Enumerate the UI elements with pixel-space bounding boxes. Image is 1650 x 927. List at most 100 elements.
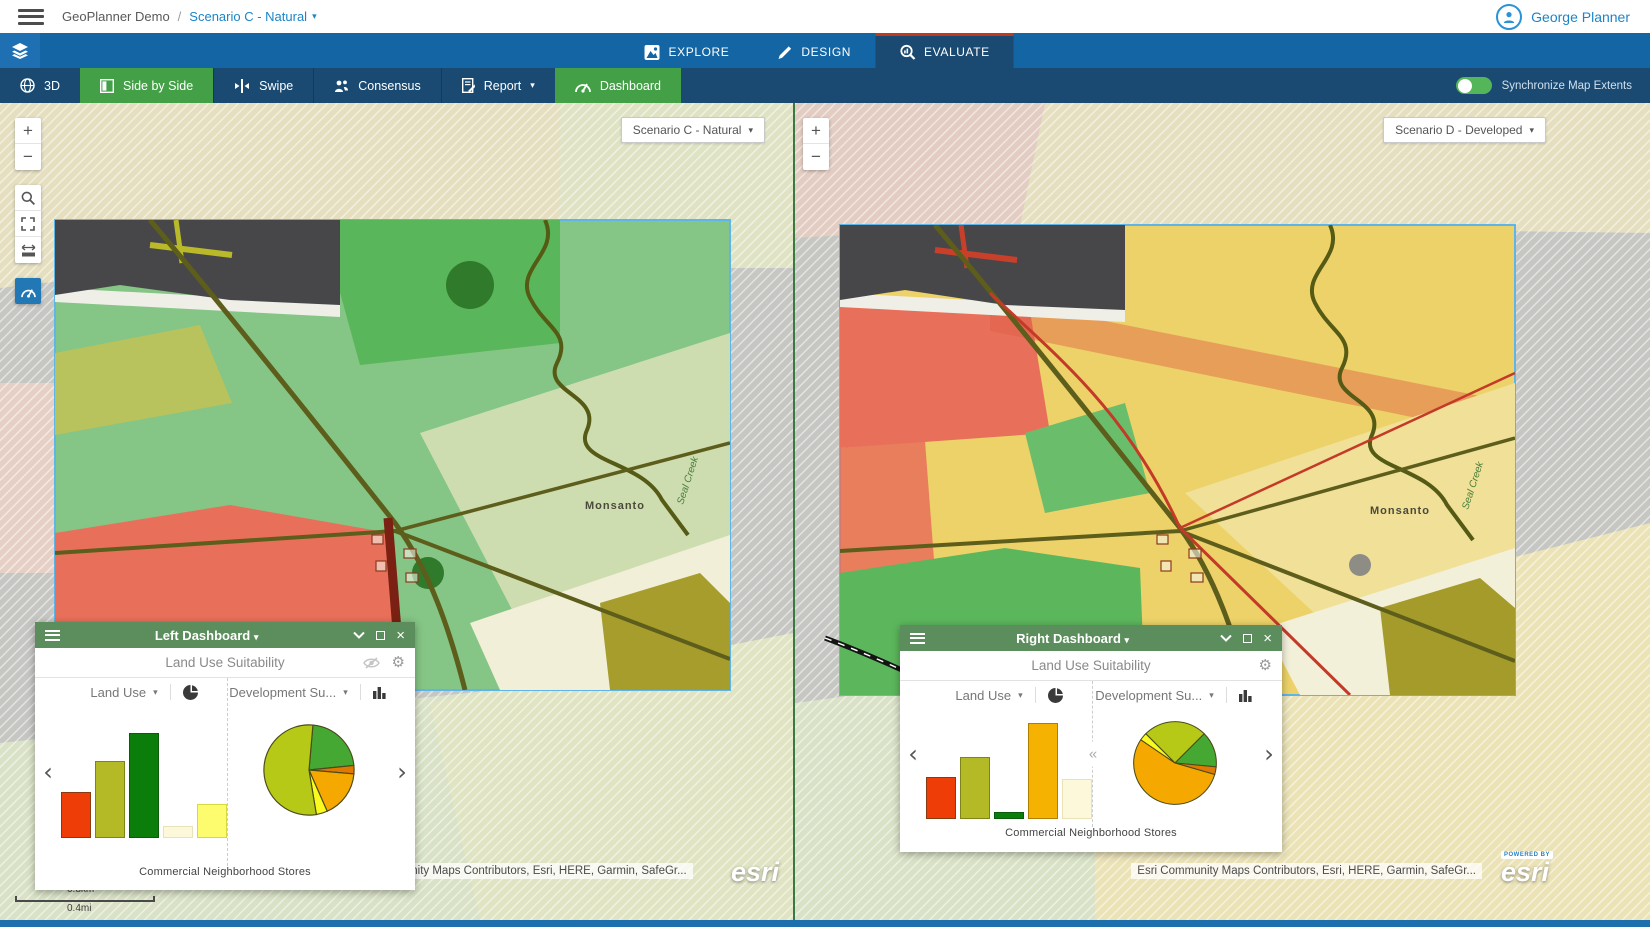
layers-button[interactable] <box>0 33 40 68</box>
minimize-icon[interactable] <box>1220 634 1232 642</box>
map-attribution-right: Esri Community Maps Contributors, Esri, … <box>1131 863 1482 879</box>
chevron-down-icon: ▾ <box>1209 691 1214 700</box>
pencil-icon <box>777 45 792 60</box>
scenario-breadcrumb[interactable]: Scenario C - Natural ▾ <box>189 9 316 24</box>
chevron-down-icon: ▾ <box>530 81 535 90</box>
chevron-down-icon: ▾ <box>254 632 259 642</box>
report-button[interactable]: Report ▾ <box>441 68 555 103</box>
minimize-icon[interactable] <box>353 631 365 639</box>
sync-extents-label: Synchronize Map Extents <box>1502 80 1632 92</box>
carousel-prev-button[interactable]: ‹ <box>900 681 926 827</box>
map-controls-left: + − <box>15 118 41 319</box>
left-dashboard-section: Land Use Suitability ⚙ <box>35 648 415 678</box>
land-use-selector-label: Land Use <box>90 685 146 700</box>
top-bar: GeoPlanner Demo / Scenario C - Natural ▾… <box>0 0 1650 33</box>
development-suitability-selector-label: Development Su... <box>229 685 336 700</box>
chart-caption: Commercial Neighborhood Stores <box>900 827 1282 851</box>
gear-icon[interactable]: ⚙ <box>392 655 405 670</box>
maximize-icon[interactable] <box>376 631 385 640</box>
full-extent-button[interactable] <box>15 211 41 237</box>
widget-divider <box>227 678 228 866</box>
land-use-bar-chart[interactable] <box>61 716 227 838</box>
right-dashboard-title[interactable]: Right Dashboard ▾ <box>925 631 1220 646</box>
dashboard-menu-icon[interactable] <box>910 633 925 644</box>
evaluate-toolbar: 3D Side by Side Swipe Consensus Report <box>0 68 1650 103</box>
globe-icon <box>20 78 35 93</box>
bar-chart-type-icon[interactable] <box>373 686 388 699</box>
land-use-selector[interactable]: Land Use ▾ <box>955 688 1022 703</box>
zoom-in-button[interactable]: + <box>15 118 41 144</box>
zoom-in-button[interactable]: + <box>803 118 829 144</box>
development-suitability-pie-chart[interactable] <box>1131 719 1219 807</box>
sync-extents-toggle[interactable] <box>1456 77 1492 94</box>
land-use-bar-chart[interactable] <box>926 715 1092 819</box>
left-dashboard-header[interactable]: Left Dashboard ▾ × <box>35 622 415 648</box>
side-by-side-icon <box>100 79 114 93</box>
dashboard-menu-icon[interactable] <box>45 630 60 641</box>
gear-icon[interactable]: ⚙ <box>1259 658 1272 673</box>
development-suitability-selector[interactable]: Development Su... ▾ <box>229 685 347 700</box>
chevron-down-icon: ▾ <box>312 12 317 21</box>
people-icon <box>334 79 349 93</box>
measure-icon <box>21 244 36 257</box>
tab-explore[interactable]: EXPLORE <box>621 33 754 68</box>
chart-caption: Commercial Neighborhood Stores <box>35 866 415 890</box>
left-dashboard-window: Left Dashboard ▾ × Land Use Suitability … <box>35 622 415 890</box>
right-dashboard-charts: ‹ Land Use ▾ « Development Su. <box>900 681 1282 827</box>
zoom-out-button[interactable]: − <box>15 144 41 170</box>
main-menu-icon[interactable] <box>18 9 44 25</box>
user-name: George Planner <box>1531 9 1630 25</box>
land-use-widget: Land Use ▾ <box>926 681 1092 827</box>
zoom-out-button[interactable]: − <box>803 144 829 170</box>
search-icon <box>21 191 35 205</box>
right-dashboard-header[interactable]: Right Dashboard ▾ × <box>900 625 1282 651</box>
development-suitability-selector[interactable]: Development Su... ▾ <box>1095 688 1213 703</box>
tab-explore-label: EXPLORE <box>669 45 730 59</box>
tab-evaluate-label: EVALUATE <box>924 45 990 59</box>
tab-design-label: DESIGN <box>801 45 851 59</box>
swipe-button-label: Swipe <box>259 79 293 93</box>
tab-evaluate[interactable]: EVALUATE <box>875 33 1014 68</box>
right-dashboard-title-label: Right Dashboard <box>1016 631 1121 646</box>
land-use-selector[interactable]: Land Use ▾ <box>90 685 157 700</box>
geoplanner-app: GeoPlanner Demo / Scenario C - Natural ▾… <box>0 0 1650 927</box>
app-title: GeoPlanner Demo <box>62 9 170 24</box>
left-dashboard-title[interactable]: Left Dashboard ▾ <box>60 628 353 643</box>
explore-icon <box>645 45 660 60</box>
close-icon[interactable]: × <box>1263 631 1272 646</box>
right-dashboard-window: Right Dashboard ▾ × Land Use Suitability… <box>900 625 1282 852</box>
map-label-city: Monsanto <box>585 500 645 512</box>
measure-button[interactable] <box>15 237 41 263</box>
scenario-selector-left[interactable]: Scenario C - Natural ▾ <box>621 117 765 143</box>
map-dashboard-button[interactable] <box>15 278 41 304</box>
maximize-icon[interactable] <box>1243 634 1252 643</box>
chevron-down-icon: ▾ <box>748 126 753 135</box>
consensus-button[interactable]: Consensus <box>313 68 441 103</box>
land-use-widget: Land Use ▾ <box>61 678 227 866</box>
search-button[interactable] <box>15 185 41 211</box>
window-buttons: × <box>1220 631 1272 646</box>
pie-chart-type-icon[interactable] <box>183 685 198 700</box>
scenario-selector-right[interactable]: Scenario D - Developed ▾ <box>1383 117 1546 143</box>
esri-logo-left: esri <box>731 860 779 884</box>
tab-design[interactable]: DESIGN <box>753 33 875 68</box>
dashboard-button[interactable]: Dashboard <box>555 68 681 103</box>
consensus-button-label: Consensus <box>358 79 421 93</box>
carousel-next-button[interactable]: › <box>1256 681 1282 827</box>
swipe-icon <box>234 79 250 93</box>
carousel-prev-button[interactable]: ‹ <box>35 678 61 866</box>
3d-button[interactable]: 3D <box>0 68 80 103</box>
carousel-next-button[interactable]: › <box>389 678 415 866</box>
map-controls-right: + − <box>803 118 829 185</box>
pie-chart-type-icon[interactable] <box>1048 688 1063 703</box>
collapse-chevrons-icon[interactable]: « <box>1088 742 1098 767</box>
development-suitability-pie-chart[interactable] <box>261 722 357 818</box>
bar-chart-type-icon[interactable] <box>1239 689 1254 702</box>
side-by-side-button[interactable]: Side by Side <box>80 68 213 103</box>
visibility-off-icon[interactable] <box>363 657 380 669</box>
swipe-button[interactable]: Swipe <box>213 68 313 103</box>
close-icon[interactable]: × <box>396 628 405 643</box>
mode-tabs: EXPLORE DESIGN EVALUATE <box>621 33 1014 68</box>
chevron-down-icon: ▾ <box>1529 126 1534 135</box>
user-menu[interactable]: George Planner <box>1496 4 1630 30</box>
